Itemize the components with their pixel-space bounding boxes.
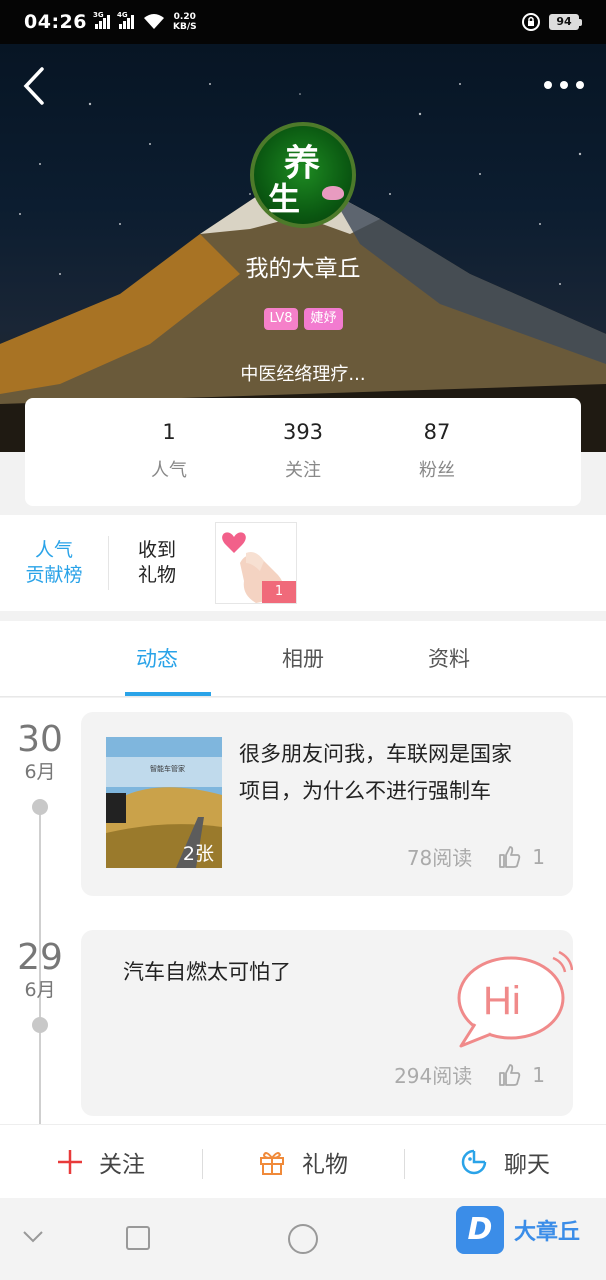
stat-popularity[interactable]: 1 人气 [128,420,210,506]
bio: 中医经络理疗... [240,364,366,385]
stat-following[interactable]: 393 关注 [262,420,344,506]
stats-card: 1 人气 393 关注 87 粉丝 [25,398,581,506]
battery-icon: 94 [549,14,582,30]
hi-sticker: Hi [457,950,573,1048]
post-image: 智能车管家 2张 [106,737,222,868]
plus-icon [58,1149,82,1174]
username: 我的大章丘 [245,256,361,282]
watermark: D 大章丘 [456,1206,580,1254]
recents-button[interactable] [126,1226,150,1250]
follow-button[interactable]: 关注 [0,1145,202,1179]
back-icon[interactable] [18,66,50,106]
signal-icon-2: 4G [117,11,135,29]
read-count: 78阅读 [406,846,473,870]
signal-icon-1: 3G [93,11,111,29]
post-date: 30 6月 [17,719,63,784]
network-speed: 0.20 KB/S [172,12,197,32]
divider [108,536,109,590]
title-badge: 婕妤 [304,308,343,330]
action-bar: 关注 礼物 聊天 [0,1124,606,1198]
like-icon[interactable] [498,845,522,869]
tab-bar: 动态 相册 资料 [0,621,606,697]
post-meta: 78阅读 1 [407,842,545,871]
tab-moments[interactable]: 动态 [84,621,230,696]
svg-text:智能车管家: 智能车管家 [150,764,185,773]
contribution-rank-link[interactable]: 人气 贡献榜 [0,538,108,588]
gift-item[interactable]: 1 [215,522,297,604]
lock-rotation-icon [522,13,540,31]
post-meta: 294阅读 1 [394,1060,545,1089]
level-badge: LV8 [263,308,299,330]
gifts-row: 人气 贡献榜 收到 礼物 1 [0,515,606,611]
received-gifts-label: 收到 礼物 [137,539,176,586]
gift-count: 1 [262,581,296,603]
mountain-background [0,83,606,452]
tab-profile-info[interactable]: 资料 [376,621,522,696]
read-count: 294阅读 [394,1064,473,1088]
watermark-logo: D [456,1206,504,1254]
post-card[interactable]: 汽车自燃太可怕了 Hi 294阅读 1 [81,930,573,1116]
system-nav-bar: D 大章丘 [0,1198,606,1280]
home-button[interactable] [288,1224,318,1254]
chat-button[interactable]: 聊天 [404,1145,606,1179]
tab-album[interactable]: 相册 [230,621,376,696]
post-text: 很多朋友问我，车联网是国家 项目，为什么不进行强制车 [239,742,512,803]
like-icon[interactable] [498,1063,522,1087]
gift-icon [260,1151,284,1175]
chevron-down-icon[interactable] [22,1230,44,1244]
clock: 04:26 [24,11,87,33]
more-options-icon[interactable] [544,78,584,92]
like-count: 1 [532,844,545,869]
timeline-dot [32,799,48,815]
timeline-dot [32,1017,48,1033]
gift-button[interactable]: 礼物 [202,1145,404,1179]
like-count: 1 [532,1062,545,1087]
stat-fans[interactable]: 87 粉丝 [396,420,478,506]
status-bar: 04:26 3G 4G 0.20 KB/S 94 [0,0,606,44]
profile-header: 养生 我的大章丘 LV8 婕妤 中医经络理疗... [0,44,606,452]
post-date: 29 6月 [17,937,63,1002]
wifi-icon [143,14,164,29]
feed: 30 6月 智能车管家 2张 很多朋友问我，车联网是国家 项目，为什么不进行强制车… [0,698,606,1124]
avatar[interactable]: 养生 [250,122,356,228]
svg-text:Hi: Hi [483,979,521,1023]
chat-icon [461,1149,487,1174]
badges: LV8 婕妤 [0,308,606,330]
post-text: 汽车自燃太可怕了 [123,960,291,984]
post-card[interactable]: 智能车管家 2张 很多朋友问我，车联网是国家 项目，为什么不进行强制车 78阅读 … [81,712,573,896]
